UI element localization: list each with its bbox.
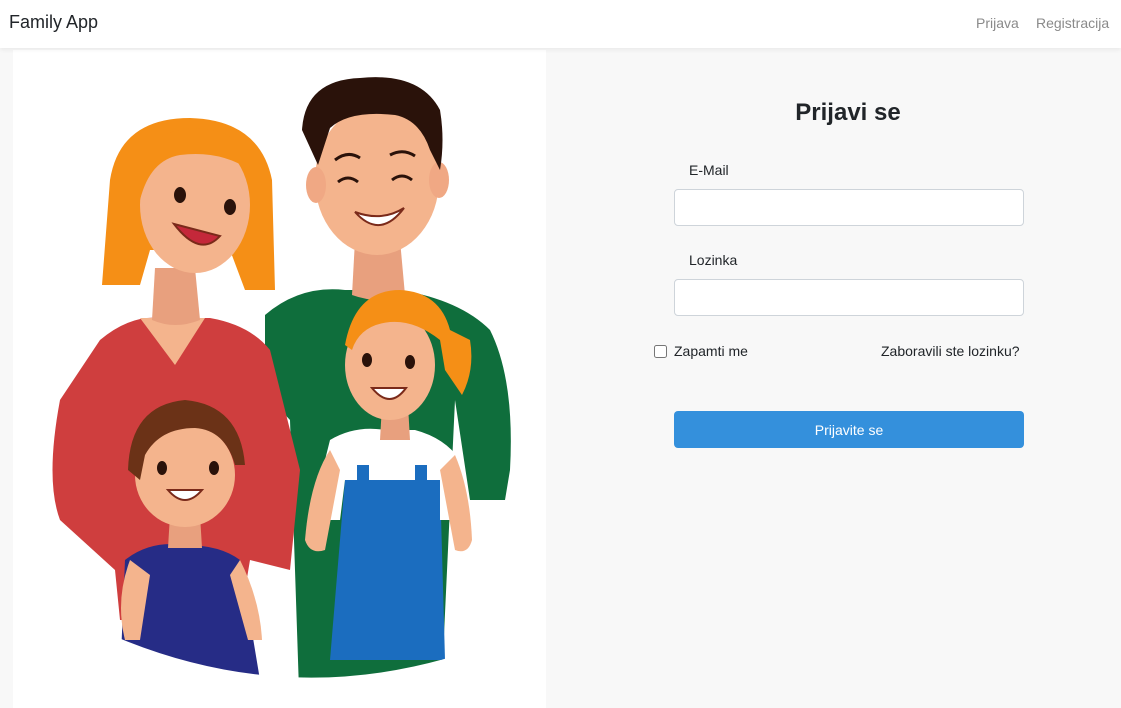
email-label: E-Mail <box>689 162 729 178</box>
nav-login-link[interactable]: Prijava <box>976 15 1019 31</box>
form-title: Prijavi se <box>795 99 901 126</box>
forgot-password-link[interactable]: Zaboravili ste lozinku? <box>881 343 1020 359</box>
navbar: Family App Prijava Registracija <box>0 0 1121 48</box>
illustration-panel <box>13 50 546 708</box>
remember-checkbox[interactable] <box>654 344 667 358</box>
nav-register-link[interactable]: Registracija <box>1036 15 1109 31</box>
brand-link[interactable]: Family App <box>9 12 98 33</box>
login-button[interactable]: Prijavite se <box>674 411 1024 448</box>
password-label: Lozinka <box>689 252 738 268</box>
remember-label: Zapamti me <box>674 343 748 359</box>
remember-me[interactable]: Zapamti me <box>654 343 748 359</box>
password-field[interactable] <box>674 279 1024 316</box>
login-panel <box>548 50 1121 708</box>
family-illustration <box>52 77 511 678</box>
email-field[interactable] <box>674 189 1024 226</box>
